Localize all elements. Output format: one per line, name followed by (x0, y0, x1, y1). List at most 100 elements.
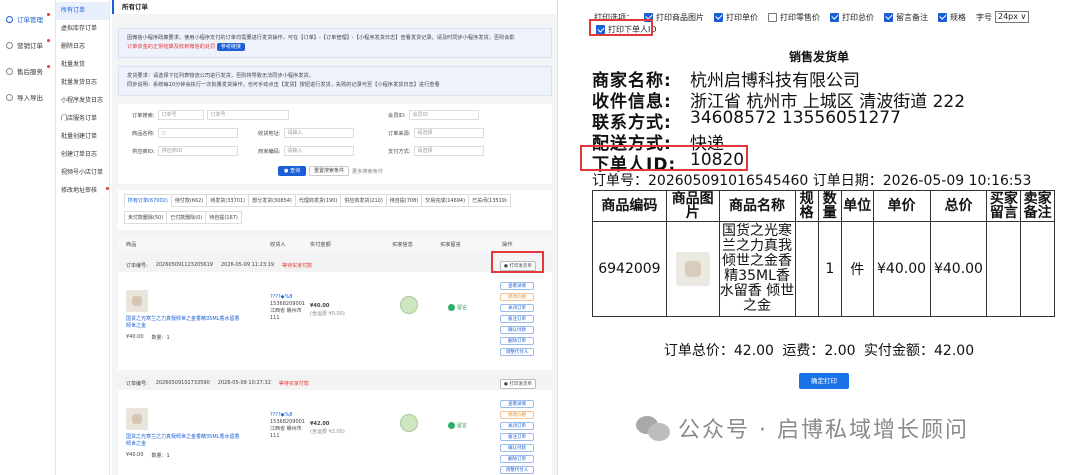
print-option[interactable]: 规格 (938, 12, 966, 23)
buyer-message-wechat[interactable]: 留言 (448, 304, 467, 311)
order-status-tab[interactable]: 待自提(708) (385, 194, 423, 207)
buyer-message-label: 留言 (457, 423, 468, 429)
checkbox-checked-icon[interactable] (714, 12, 723, 22)
print-option[interactable]: 打印商品图片 (644, 12, 704, 23)
nav-secondary-item[interactable]: 虚拟库存订单 (56, 20, 109, 38)
member-id-input[interactable]: 会员ID (408, 110, 479, 120)
payment-method-select[interactable]: 请选择 (413, 146, 484, 156)
order-status-tab[interactable]: 所有订单(67002) (124, 194, 172, 207)
order-search-type-select[interactable]: 订单号 (157, 110, 204, 120)
receiver-name-link[interactable]: ????◆%8 (270, 412, 306, 419)
print-option[interactable]: 打印总价 (830, 12, 874, 23)
order-status-tab[interactable]: 交易完成(14694) (421, 194, 470, 207)
nav-secondary-item[interactable]: 批量发货日志 (56, 74, 109, 92)
slip-goods-table: 商品编码 商品图片 商品名称 规格 数量 单位 单价 总价 买家留言 卖家备注 6942009 国… (592, 190, 1055, 317)
order-status-tab[interactable]: 待付款(662) (170, 194, 208, 207)
print-option[interactable]: 留言备注 (884, 12, 928, 23)
nav-primary-item[interactable]: 导入导出 (0, 84, 55, 110)
order-source-label: 订单来源: (388, 130, 411, 137)
order-action-button[interactable]: 调整代付人 (500, 348, 534, 356)
checkbox-checked-icon[interactable] (884, 12, 893, 22)
order-action-button[interactable]: 关闭订单 (500, 422, 534, 430)
goods-image-cell (665, 221, 720, 317)
order-action-button[interactable]: 备注订单 (500, 433, 534, 441)
product-name-link[interactable]: 国货之光寒兰之力真我倾世之金香精35ML香水留香 倾世之金 (126, 316, 246, 330)
receiver-name-link[interactable]: ????◆%8 (270, 294, 306, 301)
order-status-tab[interactable]: 已关闭(13519) (468, 194, 511, 207)
print-options: 打印选项： 打印商品图片 打印单价 打印零售价 打印总价 留言备注 规格 字号 24px ∨ (594, 11, 1030, 23)
product-name-link[interactable]: 国货之光寒兰之力真我倾世之金香精35ML香水留香 倾世之金 (126, 434, 246, 448)
col-goods: 商品 (126, 241, 137, 248)
nav-primary-label: 订单管理 (17, 16, 43, 24)
nav-primary-item[interactable]: 订单管理 (0, 6, 55, 32)
order-status-tab[interactable]: 供应商发货(210) (340, 194, 387, 207)
order-source-select[interactable]: 请选择 (413, 128, 484, 138)
order-block: 订单编号: 20260509102733590 2026-05-09 10:27:3… (118, 376, 552, 475)
order-number-line: 订单号：202605091016545460 订单日期：2026-05-09 1… (592, 173, 1032, 189)
receiver-address-input[interactable]: 请输入 (283, 128, 354, 138)
order-action-button[interactable]: 查看详情 (500, 400, 534, 408)
goods-qty: 1 (817, 221, 842, 317)
order-action-button[interactable]: 删除订单 (500, 455, 534, 463)
nav-primary-item[interactable]: 营销订单 (0, 32, 55, 58)
order-action-button[interactable]: 删除订单 (500, 337, 534, 345)
font-size-select[interactable]: 24px ∨ (995, 11, 1030, 23)
more-filters-link[interactable]: 更多搜索条件 (352, 168, 383, 175)
print-shipping-slip-button[interactable]: ● 打印发货单 (500, 379, 536, 389)
checkbox-unchecked-icon[interactable] (768, 12, 777, 22)
order-action-button[interactable]: 关闭订单 (500, 304, 534, 312)
menu-icon (6, 67, 13, 75)
order-time: 2026-05-09 10:27:32 (217, 380, 271, 386)
goods-image (675, 252, 710, 286)
order-action-button[interactable]: 调整代付人 (500, 466, 534, 474)
order-action-button[interactable]: 确认付款 (500, 444, 534, 452)
receiver-address: 江西省 赣州市 111 (270, 308, 302, 321)
order-status-tab[interactable]: 已付款删除(0) (166, 211, 207, 224)
buyer-avatar[interactable] (400, 296, 418, 314)
nav-secondary-item[interactable]: 删除日志 (56, 38, 109, 56)
nav-secondary-item[interactable]: 小程序发货日志 (56, 92, 109, 110)
goods-name-input[interactable]: ○ (157, 128, 238, 138)
goods-unit-price: ¥40.00 (872, 221, 931, 317)
order-no-input[interactable]: 订单号 (206, 110, 289, 120)
order-status-tab[interactable]: 待发货(33701) (206, 194, 250, 207)
order-action-button[interactable]: 备注订单 (500, 315, 534, 323)
nav-secondary-item[interactable]: 批量创建订单 (56, 128, 109, 146)
nav-primary-label: 售后服务 (17, 68, 43, 76)
order-action-button[interactable]: 确认付款 (500, 326, 534, 334)
print-option[interactable]: 打印单价 (714, 12, 758, 23)
checkbox-checked-icon[interactable] (938, 12, 947, 22)
checkbox-checked-icon[interactable] (830, 12, 839, 22)
reference-link-button[interactable]: 参考链接 (216, 43, 245, 51)
order-action-button[interactable]: 查看详情 (500, 282, 534, 290)
reset-button[interactable]: 重置搜索条件 (308, 166, 349, 176)
nav-secondary-item[interactable]: 批量发货 (56, 56, 109, 74)
confirm-print-button[interactable]: 确定打印 (799, 373, 849, 389)
order-status-tab[interactable]: 未付款删除(50) (124, 211, 168, 224)
merchant-code-input[interactable]: 请输入 (283, 146, 354, 156)
order-status-tab[interactable]: 部分发货(30854) (248, 194, 296, 207)
nav-secondary-item[interactable]: 修改地址审核 (56, 182, 109, 200)
query-button[interactable]: ● 查询 (278, 166, 306, 176)
print-option[interactable]: 打印零售价 (768, 12, 820, 23)
nav-secondary-item[interactable]: 视频号小店订单 (56, 164, 109, 182)
nav-secondary-item[interactable]: 创建订单日志 (56, 146, 109, 164)
product-price: ¥40.00 (126, 334, 144, 340)
nav-secondary-item[interactable]: 门店服务订单 (56, 110, 109, 128)
nav-secondary-label: 所有订单 (61, 7, 86, 14)
search-icon: ○ (161, 130, 166, 136)
wechat-notice: 因微信小程序政策要求，使用小程序支付的订单均需要进行发货操作，可在【订单】-【订… (118, 28, 552, 58)
nav-secondary-label: 小程序发货日志 (61, 97, 104, 104)
order-action-button[interactable]: 修改价格 (500, 411, 534, 419)
notification-dot (47, 39, 50, 42)
order-action-button[interactable]: 修改价格 (500, 293, 534, 301)
buyer-message-wechat[interactable]: 留言 (448, 422, 467, 429)
nav-secondary-item[interactable]: 所有订单 (56, 2, 109, 20)
supplier-id-input[interactable]: 供应商ID (157, 146, 238, 156)
order-status-tab[interactable]: 代理商发货(190) (294, 194, 342, 207)
amount-info: ¥42.00 (含运费 ¥2.00) (310, 420, 345, 436)
main-content: 所有订单 因微信小程序政策要求，使用小程序支付的订单均需要进行发货操作，可在【订… (112, 0, 557, 475)
nav-primary-item[interactable]: 售后服务 (0, 58, 55, 84)
buyer-avatar[interactable] (400, 414, 418, 432)
order-status-tab[interactable]: 待自提(167) (205, 211, 242, 224)
